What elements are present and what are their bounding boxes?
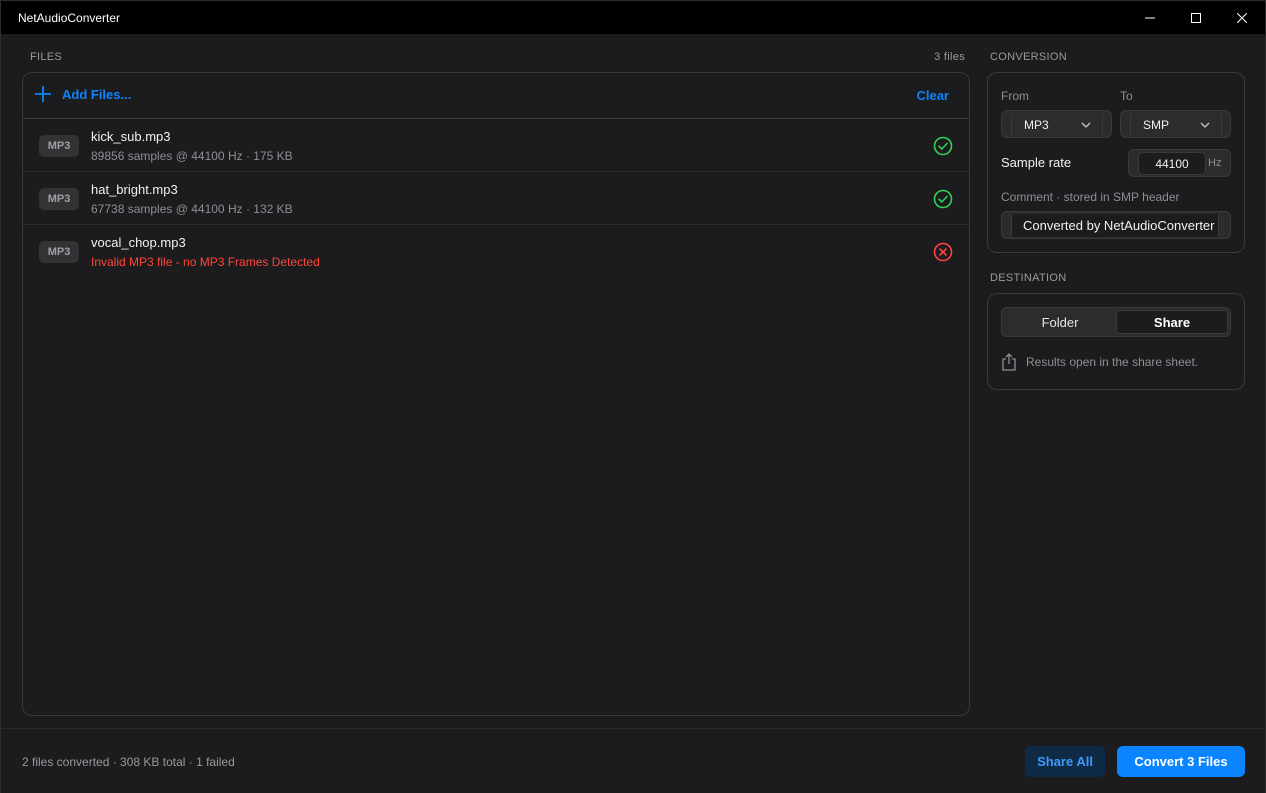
files-count: 3 files [934,51,965,63]
file-row[interactable]: MP3 hat_bright.mp3 67738 samples @ 44100… [23,172,969,225]
close-icon [1237,12,1247,23]
plus-icon [35,86,51,102]
to-label: To [1120,89,1133,103]
from-label: From [1001,89,1029,103]
chevron-down-icon [1200,122,1210,128]
select-divider [1221,114,1222,136]
window-title: NetAudioConverter [18,11,121,25]
destination-option-share[interactable]: Share [1116,310,1228,334]
sample-rate-label: Sample rate [1001,155,1072,170]
file-name: vocal_chop.mp3 [91,235,186,250]
file-row[interactable]: MP3 vocal_chop.mp3 Invalid MP3 file - no… [23,225,969,278]
file-meta: 67738 samples @ 44100 Hz · 132 KB [91,202,293,216]
add-files-label: Add Files... [62,86,132,102]
comment-label: Comment · stored in SMP header [1001,190,1180,204]
conversion-card: From To MP3 SMP Sample rate Hz Comment ·… [987,72,1245,253]
add-files-button[interactable]: Add Files... [35,86,131,102]
minimize-icon [1145,17,1155,18]
footer-bar: 2 files converted · 308 KB total · 1 fai… [1,728,1265,793]
check-circle-icon [933,189,953,209]
file-name: kick_sub.mp3 [91,129,171,144]
clear-button[interactable]: Clear [916,88,949,103]
share-icon [1002,353,1016,371]
conversion-status: 2 files converted · 308 KB total · 1 fai… [22,755,235,769]
format-badge: MP3 [39,241,79,263]
format-badge: MP3 [39,135,79,157]
sample-rate-input[interactable] [1138,152,1206,175]
file-row[interactable]: MP3 kick_sub.mp3 89856 samples @ 44100 H… [23,119,969,172]
comment-input[interactable] [1011,214,1219,237]
app-window: NetAudioConverter FILES 3 files Add File… [0,0,1266,793]
maximize-button[interactable] [1173,1,1219,34]
format-badge: MP3 [39,188,79,210]
destination-option-folder[interactable]: Folder [1004,310,1116,334]
destination-note: Results open in the share sheet. [1001,353,1198,371]
select-divider [1102,114,1103,136]
destination-segmented-control: Folder Share [1001,307,1231,337]
destination-section-label: DESTINATION [990,272,1067,284]
select-divider [1011,114,1012,136]
close-button[interactable] [1219,1,1265,34]
file-error-message: Invalid MP3 file - no MP3 Frames Detecte… [91,255,320,269]
share-all-button[interactable]: Share All [1025,746,1105,777]
chevron-down-icon [1081,122,1091,128]
window-controls [1127,1,1265,34]
from-format-select[interactable]: MP3 [1001,110,1112,138]
conversion-section-label: CONVERSION [990,51,1067,63]
from-format-value: MP3 [1024,118,1049,132]
maximize-icon [1191,12,1201,23]
files-section-label: FILES [30,51,63,63]
sample-rate-unit: Hz [1208,157,1222,169]
files-panel: Add Files... Clear MP3 kick_sub.mp3 8985… [22,72,970,716]
error-circle-icon [933,242,953,262]
destination-note-text: Results open in the share sheet. [1026,355,1199,369]
to-format-value: SMP [1143,118,1170,132]
file-meta: 89856 samples @ 44100 Hz · 175 KB [91,149,293,163]
files-toolbar: Add Files... Clear [23,73,969,119]
sample-rate-field: Hz [1128,149,1231,177]
destination-card: Folder Share Results open in the share s… [987,293,1245,390]
minimize-button[interactable] [1127,1,1173,34]
select-divider [1130,114,1131,136]
to-format-select[interactable]: SMP [1120,110,1231,138]
comment-field [1001,211,1231,239]
title-bar[interactable]: NetAudioConverter [1,1,1265,34]
convert-button[interactable]: Convert 3 Files [1117,746,1245,777]
file-name: hat_bright.mp3 [91,182,178,197]
check-circle-icon [933,136,953,156]
